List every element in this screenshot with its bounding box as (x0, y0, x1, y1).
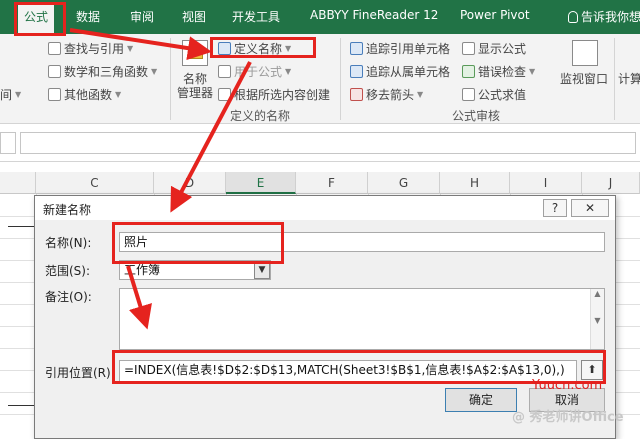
comment-label: 备注(O): (45, 290, 92, 304)
math-trig-button[interactable]: 数学和三角函数 ▼ (48, 63, 157, 80)
defined-names-group-label: 定义的名称 (230, 109, 291, 123)
site-watermark: Yuucn.com (532, 378, 603, 393)
dialog-title: 新建名称 (43, 203, 92, 217)
close-icon: ✕ (584, 201, 596, 215)
lookup-reference-button[interactable]: 查找与引用 ▼ (48, 40, 133, 57)
tab-review[interactable]: 审阅 (130, 8, 154, 25)
name-manager-icon (182, 40, 208, 66)
define-name-icon (218, 42, 231, 55)
evaluate-formula-button[interactable]: 公式求值 (462, 86, 526, 103)
name-manager-button[interactable]: 名称 管理器 (174, 72, 216, 100)
formula-auditing-group-label: 公式审核 (452, 109, 501, 123)
scope-select[interactable]: 工作簿 (119, 260, 271, 280)
watch-window-button[interactable]: 监视窗口 (554, 72, 614, 86)
ribbon: 查找与引用 ▼ 数学和三角函数 ▼ 间 ▼ 其他函数 ▼ 名称 管理器 定义名称 ▼ 用于公… (0, 34, 640, 124)
chevron-down-icon: ▼ (127, 44, 134, 53)
ok-button[interactable]: 确定 (445, 388, 517, 412)
column-header-f[interactable]: F (296, 172, 368, 194)
tab-powerpivot[interactable]: Power Pivot (460, 8, 530, 22)
dialog-title-bar: 新建名称 ? ✕ (35, 196, 615, 220)
new-name-dialog: 新建名称 ? ✕ 名称(N): 照片 范围(S): 工作簿 ▼ 备注(O): ▲… (34, 195, 616, 439)
group-separator (340, 38, 341, 120)
column-header-j[interactable]: J (582, 172, 640, 194)
error-checking-button[interactable]: 错误检查 ▼ (462, 63, 535, 80)
use-in-formula-icon (218, 65, 231, 78)
define-name-button[interactable]: 定义名称 ▼ (218, 40, 291, 57)
name-input[interactable]: 照片 (119, 232, 605, 252)
chevron-down-icon: ▼ (15, 90, 22, 99)
column-header-g[interactable]: G (368, 172, 440, 194)
trace-dependents-button[interactable]: 追踪从属单元格 (350, 63, 450, 80)
group-separator (170, 38, 171, 120)
create-from-selection-icon (218, 88, 231, 101)
column-header-blank (0, 172, 36, 194)
tab-abbyy[interactable]: ABBYY FineReader 12 (310, 8, 438, 22)
trace-dependents-icon (350, 65, 363, 78)
tab-formulas[interactable]: 公式 (18, 4, 55, 34)
show-formulas-icon (462, 42, 475, 55)
ribbon-tab-bar: 公式 数据 审阅 视图 开发工具 ABBYY FineReader 12 Pow… (0, 0, 640, 34)
more-functions-icon (48, 88, 61, 101)
column-header-c[interactable]: C (36, 172, 154, 194)
scope-label: 范围(S): (45, 264, 91, 278)
chevron-down-icon[interactable]: ▼ (254, 261, 270, 279)
tell-me-box[interactable]: 告诉我你想要 (568, 8, 640, 25)
chevron-down-icon: ▼ (529, 67, 536, 76)
comment-textarea[interactable]: ▲ ▼ (119, 288, 605, 350)
group-separator (614, 38, 615, 120)
column-header-e[interactable]: E (226, 172, 296, 194)
math-icon (48, 65, 61, 78)
evaluate-formula-icon (462, 88, 475, 101)
trace-precedents-button[interactable]: 追踪引用单元格 (350, 40, 450, 57)
close-button[interactable]: ✕ (571, 199, 609, 217)
tab-data[interactable]: 数据 (76, 8, 100, 25)
chevron-down-icon: ▼ (151, 67, 158, 76)
refers-to-input[interactable]: =INDEX(信息表!$D$2:$D$13,MATCH(Sheet3!$B$1,… (119, 360, 577, 382)
create-from-selection-button[interactable]: 根据所选内容创建 (218, 86, 330, 103)
lightbulb-icon (568, 11, 578, 23)
column-header-d[interactable]: D (154, 172, 226, 194)
use-in-formula-button[interactable]: 用于公式 ▼ (218, 63, 291, 80)
remove-arrows-icon (350, 88, 363, 101)
chevron-down-icon: ▼ (285, 44, 292, 53)
chevron-down-icon: ▼ (285, 67, 292, 76)
trace-precedents-icon (350, 42, 363, 55)
refers-to-label: 引用位置(R): (45, 366, 115, 380)
collapse-dialog-icon[interactable]: ⬆ (581, 360, 603, 380)
formula-bar (0, 124, 640, 162)
help-button[interactable]: ? (543, 199, 567, 217)
name-label: 名称(N): (45, 236, 92, 250)
remove-arrows-button[interactable]: 移去箭头 ▼ (350, 86, 423, 103)
more-functions-button[interactable]: 其他函数 ▼ (48, 86, 121, 103)
chevron-down-icon: ▼ (115, 90, 122, 99)
tab-view[interactable]: 视图 (182, 8, 206, 25)
lookup-icon (48, 42, 61, 55)
comment-scrollbar[interactable]: ▲ ▼ (590, 289, 604, 349)
bordered-cell-region (8, 226, 36, 406)
name-box[interactable] (0, 132, 16, 154)
watch-window-icon (572, 40, 598, 66)
column-header-h[interactable]: H (440, 172, 510, 194)
column-header-i[interactable]: I (510, 172, 582, 194)
date-time-button[interactable]: 间 ▼ (0, 86, 21, 103)
error-checking-icon (462, 65, 475, 78)
chevron-down-icon: ▼ (417, 90, 424, 99)
tell-me-text: 告诉我你想要 (581, 10, 640, 24)
calculation-options-button[interactable]: 计算 (618, 72, 640, 86)
tab-developer[interactable]: 开发工具 (232, 8, 280, 25)
formula-input[interactable] (20, 132, 636, 154)
account-watermark: @ 秀老师讲Office (512, 410, 624, 425)
show-formulas-button[interactable]: 显示公式 (462, 40, 526, 57)
